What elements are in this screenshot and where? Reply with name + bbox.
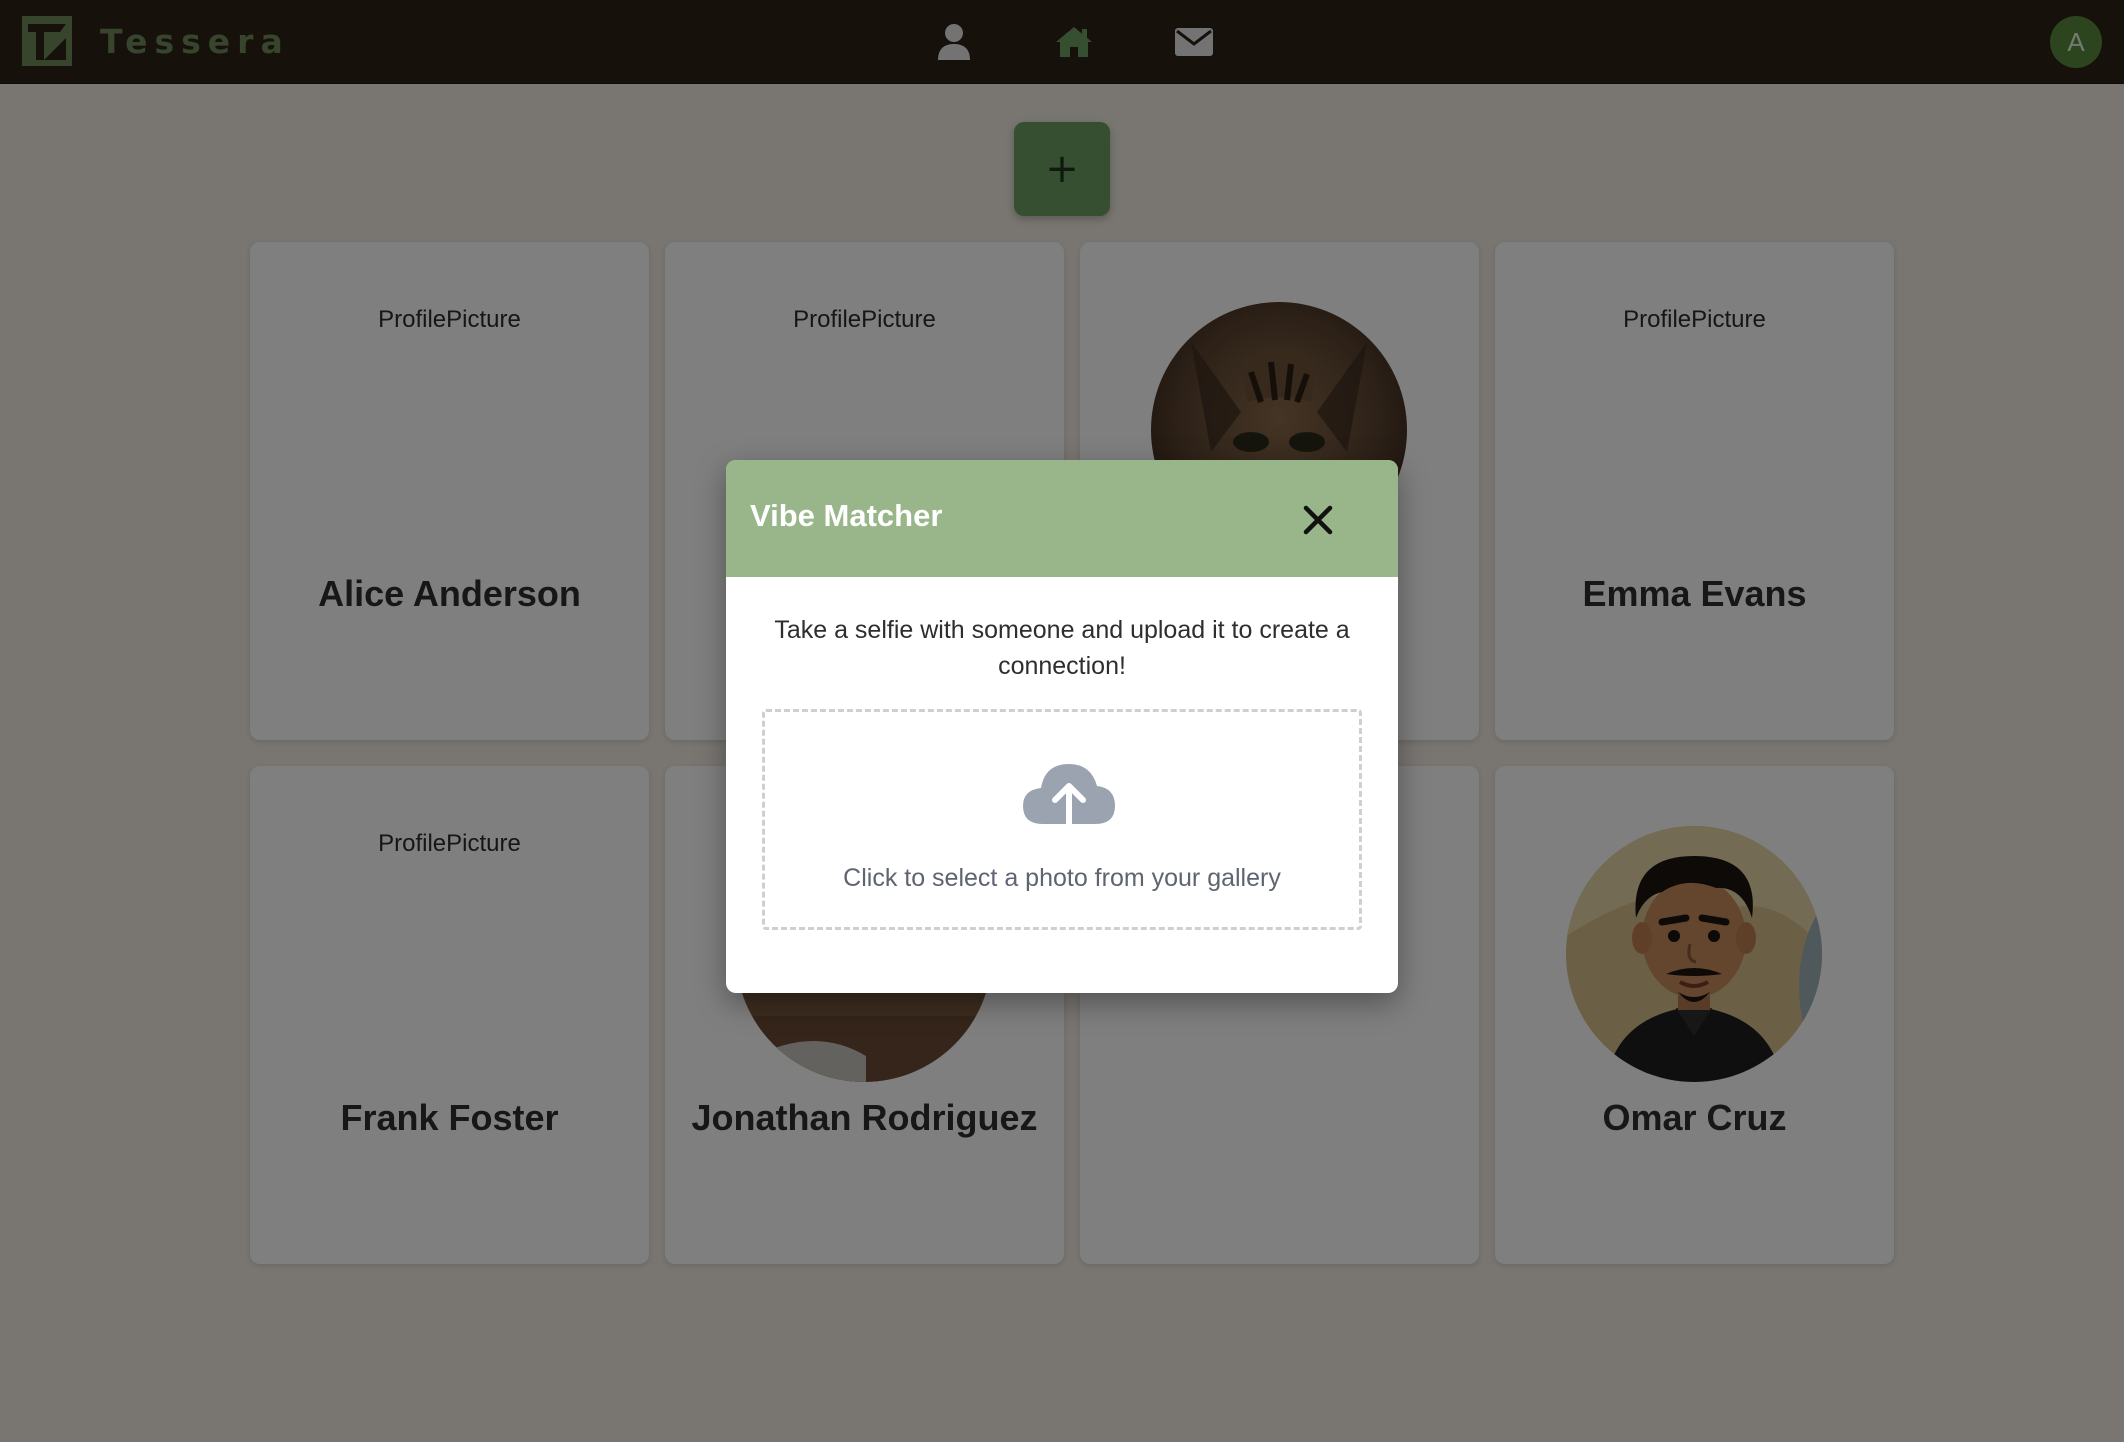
modal-header: Vibe Matcher bbox=[726, 460, 1398, 577]
modal-title: Vibe Matcher bbox=[750, 498, 943, 533]
upload-instruction: Click to select a photo from your galler… bbox=[843, 864, 1281, 892]
modal-description: Take a selfie with someone and upload it… bbox=[774, 616, 1350, 680]
close-button[interactable] bbox=[1300, 502, 1336, 538]
photo-upload-dropzone[interactable]: Click to select a photo from your galler… bbox=[762, 709, 1362, 930]
close-icon bbox=[1303, 505, 1333, 535]
vibe-matcher-modal: Vibe Matcher Take a selfie with someone … bbox=[726, 460, 1398, 993]
cloud-upload-icon bbox=[1023, 764, 1115, 841]
